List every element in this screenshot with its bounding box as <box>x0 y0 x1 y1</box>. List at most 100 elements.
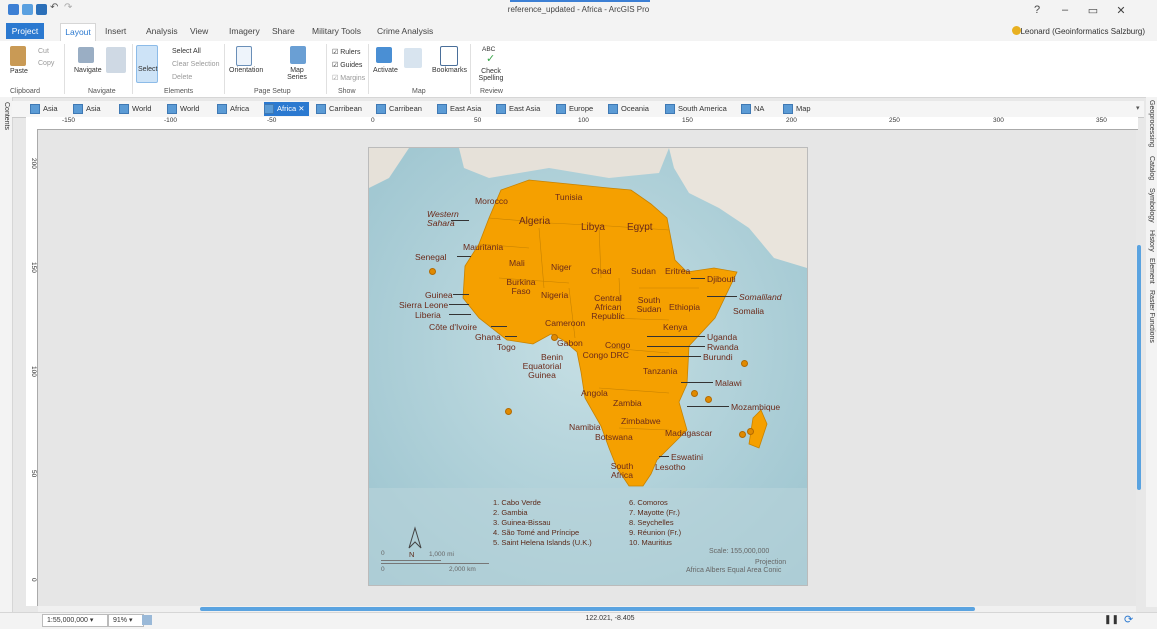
minimize-icon[interactable]: – <box>1056 4 1074 16</box>
map-series-button[interactable]: Map Series <box>282 67 312 81</box>
undo-icon[interactable]: ↶ <box>50 2 61 13</box>
check-spelling-button[interactable]: Check Spelling <box>478 68 504 82</box>
view-tab[interactable]: Asia <box>30 102 58 116</box>
paste-icon[interactable] <box>10 46 26 66</box>
copy-button[interactable]: Copy <box>38 60 54 67</box>
symbology-tab[interactable]: Symbology <box>1148 188 1155 223</box>
map-series-icon[interactable] <box>290 46 306 64</box>
select-all-button[interactable]: Select All <box>172 48 201 55</box>
vertical-scroll-thumb[interactable] <box>1137 245 1141 490</box>
check-spelling-icon[interactable]: ✓ <box>486 52 495 65</box>
view-tab-active[interactable]: Africa ✕ <box>264 102 309 116</box>
navigate-icon[interactable] <box>78 47 94 63</box>
country-label: Tanzania <box>643 366 678 376</box>
view-tab[interactable]: Asia <box>73 102 101 116</box>
view-tab[interactable]: Europe <box>556 102 593 116</box>
navigate-button[interactable]: Navigate <box>74 67 102 74</box>
tab-overflow-icon[interactable]: ▾ <box>1136 104 1140 112</box>
tab-view[interactable]: View <box>190 26 208 36</box>
margins-checkbox[interactable]: ☑ Margins <box>332 74 365 82</box>
country-label: Liberia <box>415 310 441 320</box>
country-label: Western Sahara <box>427 209 459 228</box>
activate-icon[interactable] <box>376 47 392 63</box>
tab-imagery[interactable]: Imagery <box>229 26 260 36</box>
tab-insert[interactable]: Insert <box>105 26 126 36</box>
catalog-tab[interactable]: Catalog <box>1148 156 1155 180</box>
bookmarks-button[interactable]: Bookmarks <box>432 67 467 74</box>
orientation-icon[interactable] <box>236 46 252 66</box>
view-tab[interactable]: NA <box>741 102 764 116</box>
map-icon <box>167 104 177 114</box>
ruler-label: 250 <box>889 117 900 124</box>
tab-crime-analysis[interactable]: Crime Analysis <box>377 26 433 36</box>
view-tab[interactable]: Carribean <box>316 102 362 116</box>
title-accent <box>510 0 650 2</box>
tab-share[interactable]: Share <box>272 26 295 36</box>
guides-checkbox[interactable]: ☑ Guides <box>332 61 362 69</box>
tab-analysis[interactable]: Analysis <box>146 26 178 36</box>
close-icon[interactable]: ✕ <box>1112 4 1130 17</box>
refresh-icon[interactable]: ⟳ <box>1124 613 1133 626</box>
view-tab[interactable]: Oceania <box>608 102 649 116</box>
help-icon[interactable]: ? <box>1028 4 1046 16</box>
activate-button[interactable]: Activate <box>373 67 398 74</box>
view-tab[interactable]: World <box>119 102 151 116</box>
close-tab-icon[interactable]: ✕ <box>298 104 304 113</box>
delete-button[interactable]: Delete <box>172 74 192 81</box>
north-arrow-icon <box>408 526 422 549</box>
redo-icon[interactable]: ↷ <box>64 2 75 13</box>
view-tab[interactable]: Africa <box>217 102 249 116</box>
projection-heading: Projection <box>755 559 787 566</box>
scalebar-miles: 1,000 mi <box>429 551 454 558</box>
view-tab[interactable]: South America <box>665 102 727 116</box>
country-label: Ethiopia <box>669 302 701 312</box>
margins-label: Margins <box>340 75 366 82</box>
zoom-selector[interactable]: 91% ▾ <box>108 614 144 627</box>
layout-page[interactable]: Morocco Tunisia Western Sahara Algeria L… <box>368 147 808 586</box>
bookmarks-icon[interactable] <box>440 46 458 66</box>
open-project-icon[interactable] <box>22 4 33 15</box>
legend-item: 1. Cabo Verde <box>493 498 541 507</box>
country-label: Togo <box>497 342 516 352</box>
restore-icon[interactable]: ▭ <box>1084 4 1102 17</box>
clear-selection-button[interactable]: Clear Selection <box>172 61 219 68</box>
scale-selector[interactable]: 1:55,000,000 ▾ <box>42 614 108 627</box>
rulers-checkbox[interactable]: ☑ Rulers <box>332 48 360 56</box>
view-tab-label: Carribean <box>329 104 362 113</box>
zoom-tools-icon[interactable] <box>106 47 126 73</box>
pause-drawing-icon[interactable]: ❚❚ <box>1104 614 1119 625</box>
view-tab[interactable]: East Asia <box>437 102 481 116</box>
tab-project[interactable]: Project <box>6 23 44 39</box>
grid-toggle-icon[interactable] <box>142 615 152 625</box>
tab-layout[interactable]: Layout <box>60 23 96 41</box>
country-label: Mali <box>509 258 525 268</box>
history-tab[interactable]: History <box>1148 230 1155 252</box>
geoprocessing-tab[interactable]: Geoprocessing <box>1148 100 1155 147</box>
view-tab[interactable]: Carribean <box>376 102 422 116</box>
cut-button[interactable]: Cut <box>38 48 49 55</box>
zoom-extent-icon[interactable] <box>404 48 422 68</box>
element-tab[interactable]: Element <box>1148 258 1155 284</box>
tab-military-tools[interactable]: Military Tools <box>312 26 361 36</box>
country-label: Lesotho <box>655 462 686 472</box>
orientation-button[interactable]: Orientation <box>229 67 263 74</box>
paste-label[interactable]: Paste <box>10 68 28 75</box>
save-icon[interactable] <box>36 4 47 15</box>
layout-icon <box>30 104 40 114</box>
horizontal-scroll-thumb[interactable] <box>200 607 975 611</box>
projection-name: Africa Albers Equal Area Conic <box>686 567 782 574</box>
comoros-marker <box>691 390 698 397</box>
country-label: Kenya <box>663 322 688 332</box>
view-tab-label: Oceania <box>621 104 649 113</box>
country-label: Sudan <box>631 266 656 276</box>
view-tab[interactable]: East Asia <box>496 102 540 116</box>
view-tab[interactable]: World <box>167 102 199 116</box>
user-account[interactable]: Leonard (Geoinformatics Salzburg) <box>1020 27 1145 36</box>
select-button[interactable] <box>136 45 158 83</box>
country-label: Somaliland <box>739 292 782 302</box>
contents-pane-tab[interactable]: Contents <box>3 102 10 130</box>
new-project-icon[interactable] <box>8 4 19 15</box>
map-icon <box>783 104 793 114</box>
raster-functions-tab[interactable]: Raster Functions <box>1148 290 1155 343</box>
view-tab[interactable]: Map <box>783 102 811 116</box>
